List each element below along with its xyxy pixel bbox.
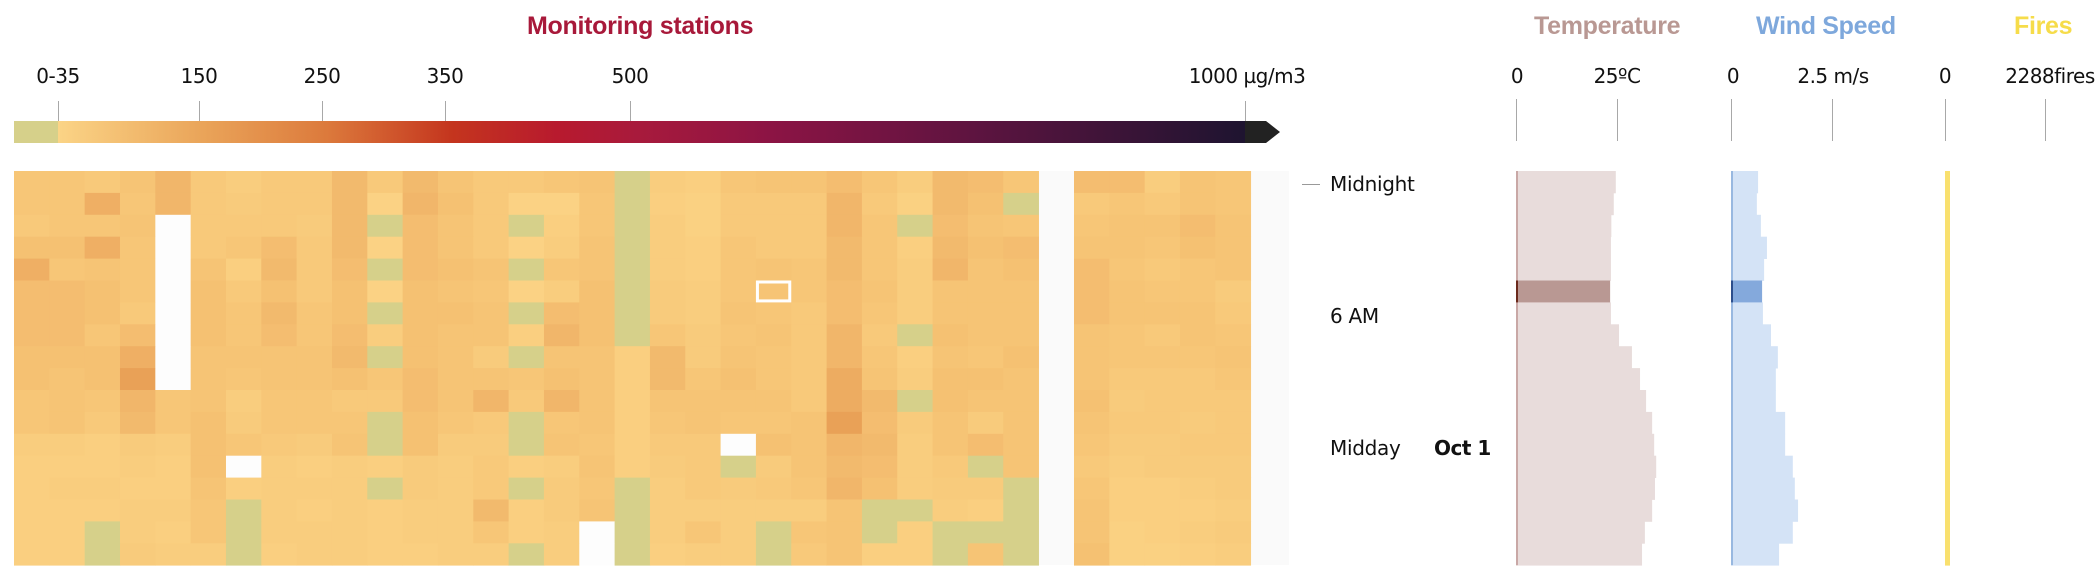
fires-bar[interactable] bbox=[1945, 346, 1950, 369]
temperature-bar[interactable] bbox=[1516, 543, 1643, 566]
fires-bar[interactable] bbox=[1945, 411, 1950, 435]
temperature-highlight-marker bbox=[1516, 280, 1518, 303]
temperature-bar[interactable] bbox=[1516, 346, 1632, 369]
temperature-bar[interactable] bbox=[1516, 477, 1655, 500]
temperature-bar[interactable] bbox=[1516, 455, 1657, 478]
fires-bar[interactable] bbox=[1945, 171, 1950, 194]
temperature-bar[interactable] bbox=[1516, 214, 1612, 238]
wind-speed-bar[interactable] bbox=[1731, 390, 1776, 413]
wind-speed-bar[interactable] bbox=[1731, 543, 1780, 566]
wind-speed-bar[interactable] bbox=[1731, 236, 1767, 259]
fires-bar[interactable] bbox=[1945, 433, 1950, 457]
temperature-bar[interactable] bbox=[1516, 171, 1616, 194]
wind-speed-bar[interactable] bbox=[1731, 192, 1757, 216]
temperature-bar[interactable] bbox=[1516, 433, 1655, 457]
wind-speed-bar[interactable] bbox=[1731, 433, 1786, 457]
wind-speed-baseline bbox=[1731, 171, 1733, 566]
temperature-bar[interactable] bbox=[1516, 280, 1611, 303]
fires-bar[interactable] bbox=[1945, 521, 1950, 544]
temperature-bar[interactable] bbox=[1516, 192, 1614, 216]
fires-bar[interactable] bbox=[1945, 192, 1950, 216]
fires-bar[interactable] bbox=[1945, 390, 1950, 413]
temperature-bar[interactable] bbox=[1516, 324, 1620, 347]
temperature-bar[interactable] bbox=[1516, 302, 1611, 325]
wind-speed-bar[interactable] bbox=[1731, 477, 1795, 500]
temperature-bar[interactable] bbox=[1516, 368, 1641, 391]
fires-bar[interactable] bbox=[1945, 214, 1950, 238]
wind-speed-bar[interactable] bbox=[1731, 455, 1793, 478]
wind-speed-bar[interactable] bbox=[1731, 214, 1761, 238]
wind-speed-bar[interactable] bbox=[1731, 258, 1765, 281]
wind-speed-bar[interactable] bbox=[1731, 302, 1763, 325]
side-bar-charts bbox=[1516, 171, 1950, 566]
fires-bar[interactable] bbox=[1945, 499, 1950, 522]
wind-speed-bar[interactable] bbox=[1731, 368, 1776, 391]
fires-bar[interactable] bbox=[1945, 324, 1950, 347]
wind-speed-bar[interactable] bbox=[1731, 411, 1786, 435]
wind-speed-bar[interactable] bbox=[1731, 280, 1763, 303]
temperature-bar[interactable] bbox=[1516, 521, 1645, 544]
wind-speed-bar[interactable] bbox=[1731, 324, 1771, 347]
fires-bar[interactable] bbox=[1945, 236, 1950, 259]
wind-speed-bar[interactable] bbox=[1731, 499, 1799, 522]
temperature-bar[interactable] bbox=[1516, 258, 1611, 281]
fires-bar[interactable] bbox=[1945, 280, 1950, 303]
temperature-bar[interactable] bbox=[1516, 411, 1653, 435]
temperature-bar[interactable] bbox=[1516, 390, 1647, 413]
fires-bar[interactable] bbox=[1945, 302, 1950, 325]
fires-bar[interactable] bbox=[1945, 477, 1950, 500]
temperature-bar[interactable] bbox=[1516, 499, 1653, 522]
wind-speed-bar[interactable] bbox=[1731, 521, 1793, 544]
fires-bar[interactable] bbox=[1945, 543, 1950, 566]
fires-bar[interactable] bbox=[1945, 455, 1950, 478]
temperature-baseline bbox=[1516, 171, 1518, 566]
wind-speed-bar[interactable] bbox=[1731, 346, 1778, 369]
fires-bar[interactable] bbox=[1945, 368, 1950, 391]
wind-speed-highlight-marker bbox=[1731, 280, 1733, 303]
fires-bar[interactable] bbox=[1945, 258, 1950, 281]
temperature-bar[interactable] bbox=[1516, 236, 1611, 259]
wind-speed-bar[interactable] bbox=[1731, 171, 1759, 194]
